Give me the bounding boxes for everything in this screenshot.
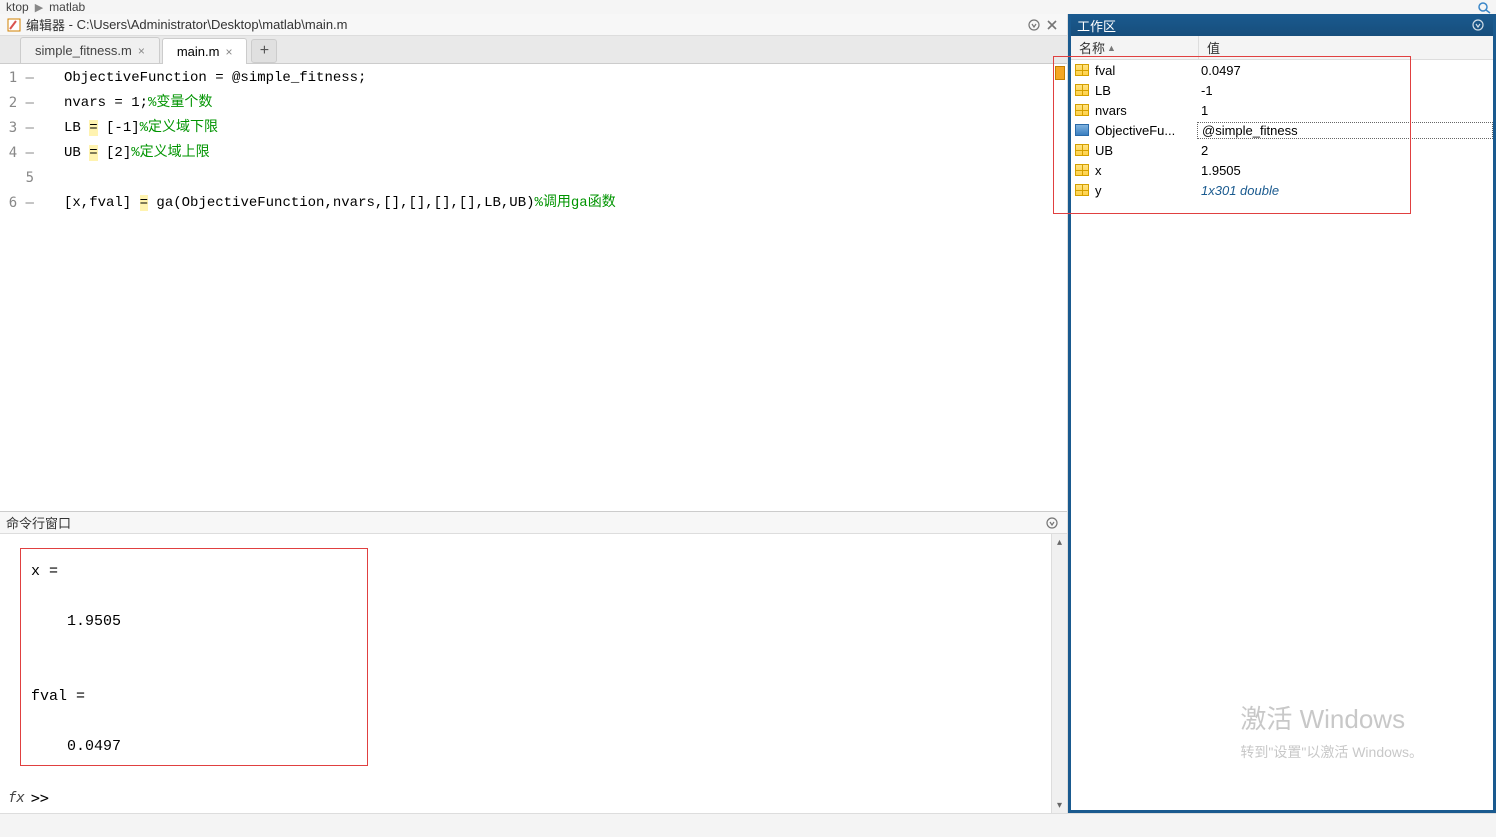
editor-header: 编辑器 - C:\Users\Administrator\Desktop\mat… <box>0 14 1067 36</box>
workspace-var-row[interactable]: y1x301 double <box>1071 180 1493 200</box>
workspace-title: 工作区 <box>1077 16 1116 35</box>
workspace-var-name: y <box>1095 183 1199 198</box>
workspace-var-name: x <box>1095 163 1199 178</box>
editor-title-path: C:\Users\Administrator\Desktop\matlab\ma… <box>77 17 348 32</box>
gutter-line: 1 — <box>0 66 34 91</box>
scroll-down-icon[interactable]: ▾ <box>1052 797 1067 813</box>
editor-gutter: 1 —2 —3 —4 —56 — <box>0 64 40 511</box>
sort-asc-icon: ▲ <box>1107 43 1116 53</box>
workspace-var-value: 1 <box>1199 103 1493 118</box>
workspace-col-value[interactable]: 值 <box>1199 36 1493 59</box>
workspace-var-row[interactable]: UB2 <box>1071 140 1493 160</box>
code-line[interactable] <box>64 166 1067 191</box>
dropdown-icon[interactable] <box>1469 16 1487 34</box>
tab-label: main.m <box>177 44 220 59</box>
tab-simple-fitness[interactable]: simple_fitness.m × <box>20 37 160 63</box>
code-line[interactable]: ObjectiveFunction = @simple_fitness; <box>64 66 1067 91</box>
variable-icon <box>1073 182 1091 198</box>
editor-title-label: 编辑器 <box>26 15 65 34</box>
close-icon[interactable]: × <box>225 45 232 59</box>
breadcrumb-part: ktop <box>6 0 29 14</box>
editor-body[interactable]: 1 —2 —3 —4 —56 — ObjectiveFunction = @si… <box>0 64 1067 511</box>
variable-icon <box>1073 162 1091 178</box>
variable-icon <box>1073 82 1091 98</box>
workspace-var-value: 1.9505 <box>1199 163 1493 178</box>
command-prompt-symbol: >> <box>31 789 49 807</box>
variable-icon <box>1073 62 1091 78</box>
close-icon[interactable] <box>1043 16 1061 34</box>
watermark-line2: 转到"设置"以激活 Windows。 <box>1240 742 1423 762</box>
gutter-line: 5 <box>0 166 34 191</box>
watermark-line1: 激活 Windows <box>1240 699 1423 736</box>
workspace-var-row[interactable]: nvars1 <box>1071 100 1493 120</box>
code-line[interactable]: nvars = 1;%变量个数 <box>64 91 1067 116</box>
workspace-var-name: nvars <box>1095 103 1199 118</box>
close-icon[interactable]: × <box>138 44 145 58</box>
code-line[interactable]: LB = [-1]%定义域下限 <box>64 116 1067 141</box>
gutter-line: 3 — <box>0 116 34 141</box>
workspace-var-row[interactable]: ObjectiveFu...@simple_fitness <box>1071 120 1493 140</box>
gutter-line: 6 — <box>0 191 34 216</box>
chevron-right-icon: ▶ <box>35 1 43 14</box>
workspace-var-value: -1 <box>1199 83 1493 98</box>
command-title: 命令行窗口 <box>6 513 71 532</box>
scroll-track[interactable] <box>1052 550 1067 797</box>
workspace-body[interactable]: fval0.0497LB-1nvars1ObjectiveFu...@simpl… <box>1071 60 1493 810</box>
function-handle-icon <box>1073 122 1091 138</box>
variable-icon <box>1073 142 1091 158</box>
command-body[interactable]: x = 1.9505 fval = 0.0497 fx >> ▴ ▾ <box>0 534 1067 813</box>
workspace-var-name: fval <box>1095 63 1199 78</box>
workspace-var-value: 0.0497 <box>1199 63 1493 78</box>
editor-title-sep: - <box>65 17 77 32</box>
gutter-line: 4 — <box>0 141 34 166</box>
dropdown-icon[interactable] <box>1025 16 1043 34</box>
dropdown-icon[interactable] <box>1043 514 1061 532</box>
search-icon[interactable] <box>1476 0 1494 14</box>
workspace-var-row[interactable]: x1.9505 <box>1071 160 1493 180</box>
workspace-var-name: LB <box>1095 83 1199 98</box>
workspace-var-name: UB <box>1095 143 1199 158</box>
workspace-columns: 名称▲ 值 <box>1071 36 1493 60</box>
windows-activation-watermark: 激活 Windows 转到"设置"以激活 Windows。 <box>1240 699 1423 762</box>
command-output: x = 1.9505 fval = 0.0497 <box>20 548 368 766</box>
editor-code[interactable]: ObjectiveFunction = @simple_fitness;nvar… <box>40 64 1067 511</box>
command-prompt[interactable]: fx >> <box>8 789 49 807</box>
editor-icon <box>6 17 22 33</box>
code-line[interactable]: UB = [2]%定义域上限 <box>64 141 1067 166</box>
variable-icon <box>1073 102 1091 118</box>
add-tab-button[interactable]: + <box>251 39 277 63</box>
workspace-col-name[interactable]: 名称▲ <box>1071 36 1199 59</box>
editor-tabs: simple_fitness.m × main.m × + <box>0 36 1067 64</box>
tab-label: simple_fitness.m <box>35 43 132 58</box>
workspace-header: 工作区 <box>1071 14 1493 36</box>
code-line[interactable]: [x,fval] = ga(ObjectiveFunction,nvars,[]… <box>64 191 1067 216</box>
workspace-var-row[interactable]: LB-1 <box>1071 80 1493 100</box>
workspace-var-row[interactable]: fval0.0497 <box>1071 60 1493 80</box>
gutter-line: 2 — <box>0 91 34 116</box>
command-header: 命令行窗口 <box>0 512 1067 534</box>
workspace-var-value: 1x301 double <box>1199 183 1493 198</box>
bookmark-strip <box>1055 66 1067 80</box>
scroll-up-icon[interactable]: ▴ <box>1052 534 1067 550</box>
workspace-var-value: 2 <box>1199 143 1493 158</box>
workspace-var-value: @simple_fitness <box>1197 122 1493 139</box>
breadcrumb-part: matlab <box>49 0 85 14</box>
fx-icon[interactable]: fx <box>8 790 25 806</box>
bookmark-marker[interactable] <box>1055 66 1065 80</box>
breadcrumb[interactable]: ktop ▶ matlab <box>0 0 1496 14</box>
status-bar <box>0 813 1496 837</box>
workspace-var-name: ObjectiveFu... <box>1095 123 1199 138</box>
tab-main[interactable]: main.m × <box>162 38 248 64</box>
scrollbar[interactable]: ▴ ▾ <box>1051 534 1067 813</box>
